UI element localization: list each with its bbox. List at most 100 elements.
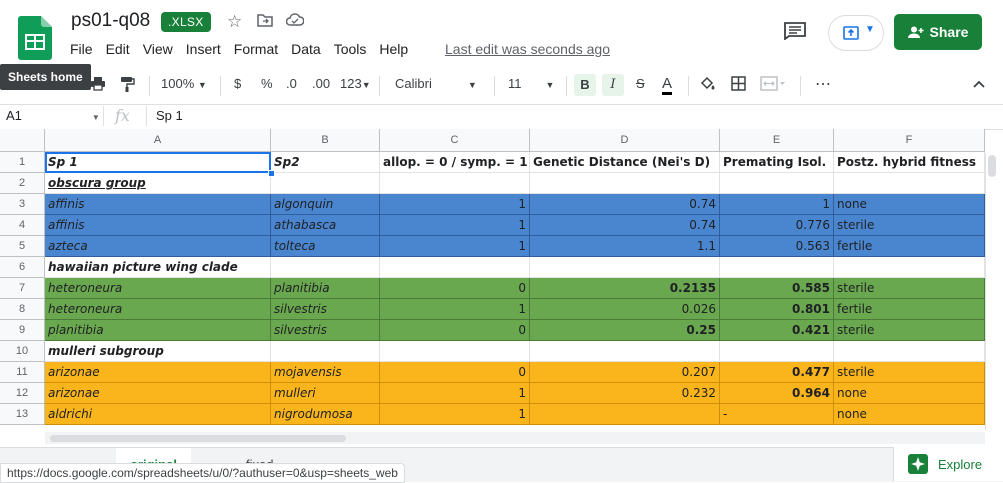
menu-tools[interactable]: Tools (334, 41, 367, 57)
menu-view[interactable]: View (143, 41, 173, 57)
cell-b9[interactable]: silvestris (271, 320, 380, 341)
cell-b10[interactable] (271, 341, 380, 362)
increase-decimal-button[interactable]: .00 (312, 76, 330, 91)
cell-b13[interactable]: nigrodumosa (271, 404, 380, 425)
cell-c1[interactable]: allop. = 0 / symp. = 1 (380, 152, 530, 173)
print-icon[interactable] (90, 76, 106, 94)
move-folder-icon[interactable] (257, 12, 273, 32)
present-button[interactable]: ▼ (828, 15, 884, 51)
cell-f6[interactable] (834, 257, 985, 278)
column-header-c[interactable]: C (380, 129, 530, 152)
cell-b7[interactable]: planitibia (271, 278, 380, 299)
row-header[interactable]: 5 (0, 236, 45, 257)
font-select[interactable]: Calibri ▼ (395, 76, 477, 91)
row-header[interactable]: 8 (0, 299, 45, 320)
cell-a12[interactable]: arizonae (45, 383, 271, 404)
cell-f1[interactable]: Postz. hybrid fitness (834, 152, 985, 173)
cell-d9[interactable]: 0.25 (530, 320, 720, 341)
cell-b11[interactable]: mojavensis (271, 362, 380, 383)
column-header-a[interactable]: A (45, 129, 271, 152)
cell-b4[interactable]: athabasca (271, 215, 380, 236)
cell-e10[interactable] (720, 341, 834, 362)
cell-a8[interactable]: heteroneura (45, 299, 271, 320)
menu-data[interactable]: Data (291, 41, 321, 57)
cell-a4[interactable]: affinis (45, 215, 271, 236)
row-header[interactable]: 13 (0, 404, 45, 425)
cell-b2[interactable] (271, 173, 380, 194)
cell-d4[interactable]: 0.74 (530, 215, 720, 236)
cell-e2[interactable] (720, 173, 834, 194)
decrease-decimal-button[interactable]: .0 (286, 76, 297, 91)
cell-f12[interactable]: none (834, 383, 985, 404)
cell-c2[interactable] (380, 173, 530, 194)
row-header[interactable]: 2 (0, 173, 45, 194)
cell-f9[interactable]: sterile (834, 320, 985, 341)
cell-e3[interactable]: 1 (720, 194, 834, 215)
menu-insert[interactable]: Insert (186, 41, 221, 57)
cell-a6[interactable]: hawaiian picture wing clade (45, 257, 271, 278)
cell-a11[interactable]: arizonae (45, 362, 271, 383)
fill-color-icon[interactable] (700, 76, 716, 93)
row-header[interactable]: 6 (0, 257, 45, 278)
row-header[interactable]: 11 (0, 362, 45, 383)
cell-f2[interactable] (834, 173, 985, 194)
cloud-status-icon[interactable] (285, 12, 305, 32)
cell-a13[interactable]: aldrichi (45, 404, 271, 425)
cell-c13[interactable]: 1 (380, 404, 530, 425)
menu-format[interactable]: Format (234, 41, 278, 57)
collapse-toolbar-icon[interactable] (973, 76, 985, 91)
cell-e1[interactable]: Premating Isol. (720, 152, 834, 173)
cell-d8[interactable]: 0.026 (530, 299, 720, 320)
cell-c12[interactable]: 1 (380, 383, 530, 404)
cell-a10[interactable]: mulleri subgroup (45, 341, 271, 362)
cell-a1[interactable]: Sp 1 (45, 152, 271, 173)
cell-d10[interactable] (530, 341, 720, 362)
cell-a7[interactable]: heteroneura (45, 278, 271, 299)
percent-format-button[interactable]: % (261, 76, 273, 91)
italic-button[interactable]: I (602, 74, 624, 96)
cell-c6[interactable] (380, 257, 530, 278)
cell-f11[interactable]: sterile (834, 362, 985, 383)
menu-file[interactable]: File (70, 41, 93, 57)
cell-c11[interactable]: 0 (380, 362, 530, 383)
cell-d3[interactable]: 0.74 (530, 194, 720, 215)
cell-d11[interactable]: 0.207 (530, 362, 720, 383)
cell-f8[interactable]: fertile (834, 299, 985, 320)
menu-edit[interactable]: Edit (106, 41, 130, 57)
menu-help[interactable]: Help (379, 41, 408, 57)
row-header[interactable]: 10 (0, 341, 45, 362)
cell-a5[interactable]: azteca (45, 236, 271, 257)
sheets-logo-icon[interactable] (18, 16, 52, 60)
cell-d7[interactable]: 0.2135 (530, 278, 720, 299)
more-options-icon[interactable]: ⋯ (815, 74, 831, 94)
cell-e13[interactable]: - (720, 404, 834, 425)
cell-d12[interactable]: 0.232 (530, 383, 720, 404)
cell-f5[interactable]: fertile (834, 236, 985, 257)
paint-format-icon[interactable] (120, 76, 135, 95)
cell-c3[interactable]: 1 (380, 194, 530, 215)
name-box[interactable]: A1 ▼ (6, 108, 100, 123)
row-header[interactable]: 12 (0, 383, 45, 404)
row-header[interactable]: 9 (0, 320, 45, 341)
cell-c5[interactable]: 1 (380, 236, 530, 257)
last-edit-link[interactable]: Last edit was seconds ago (445, 41, 610, 57)
cell-e8[interactable]: 0.801 (720, 299, 834, 320)
cell-a9[interactable]: planitibia (45, 320, 271, 341)
zoom-select[interactable]: 100% ▼ (161, 76, 207, 91)
currency-format-button[interactable]: $ (234, 76, 241, 91)
cell-c9[interactable]: 0 (380, 320, 530, 341)
cell-f7[interactable]: sterile (834, 278, 985, 299)
row-header[interactable]: 4 (0, 215, 45, 236)
cell-e7[interactable]: 0.585 (720, 278, 834, 299)
cell-f3[interactable]: none (834, 194, 985, 215)
cell-e4[interactable]: 0.776 (720, 215, 834, 236)
cell-a2[interactable]: obscura group (45, 173, 271, 194)
cell-d13[interactable] (530, 404, 720, 425)
borders-icon[interactable] (731, 76, 746, 94)
vertical-scrollbar[interactable] (985, 153, 1000, 430)
cell-c7[interactable]: 0 (380, 278, 530, 299)
cell-b1[interactable]: Sp2 (271, 152, 380, 173)
column-header-e[interactable]: E (720, 129, 834, 152)
cell-b5[interactable]: tolteca (271, 236, 380, 257)
row-header[interactable]: 3 (0, 194, 45, 215)
